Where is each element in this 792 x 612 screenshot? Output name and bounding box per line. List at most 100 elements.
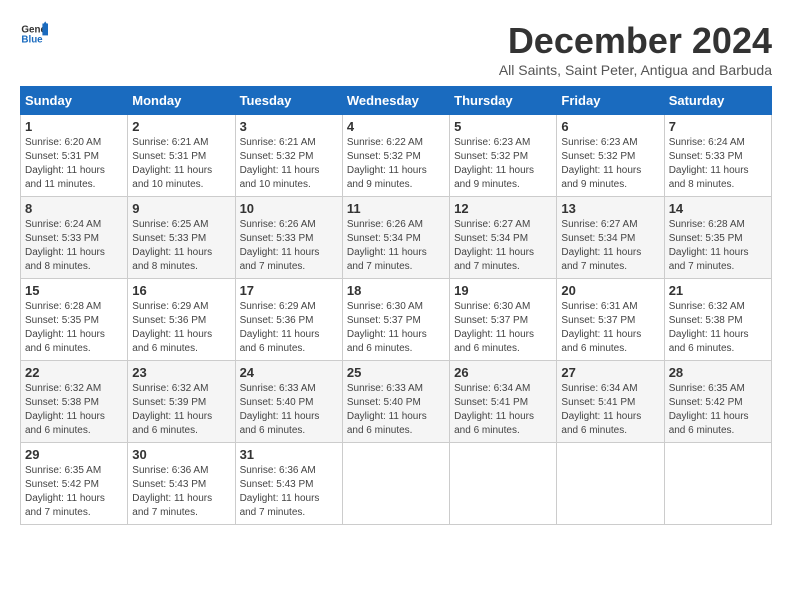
calendar-day-cell [342,443,449,525]
page-header: General Blue December 2024 All Saints, S… [20,20,772,78]
calendar-day-cell: 30 Sunrise: 6:36 AM Sunset: 5:43 PM Dayli… [128,443,235,525]
day-number: 11 [347,201,445,216]
day-info: Sunrise: 6:21 AM Sunset: 5:31 PM Dayligh… [132,136,230,192]
calendar-day-cell: 14 Sunrise: 6:28 AM Sunset: 5:35 PM Dayli… [664,197,771,279]
calendar-day-cell: 18 Sunrise: 6:30 AM Sunset: 5:37 PM Dayli… [342,279,449,361]
month-title: December 2024 [499,20,772,62]
weekday-header: Monday [128,87,235,115]
day-number: 3 [240,119,338,134]
day-number: 24 [240,365,338,380]
calendar-day-cell: 27 Sunrise: 6:34 AM Sunset: 5:41 PM Dayli… [557,361,664,443]
day-info: Sunrise: 6:31 AM Sunset: 5:37 PM Dayligh… [561,300,659,356]
weekday-header: Sunday [21,87,128,115]
day-info: Sunrise: 6:30 AM Sunset: 5:37 PM Dayligh… [454,300,552,356]
day-number: 29 [25,447,123,462]
calendar-day-cell: 20 Sunrise: 6:31 AM Sunset: 5:37 PM Dayli… [557,279,664,361]
calendar-day-cell: 5 Sunrise: 6:23 AM Sunset: 5:32 PM Daylig… [450,115,557,197]
calendar-day-cell [450,443,557,525]
weekday-header: Friday [557,87,664,115]
day-info: Sunrise: 6:35 AM Sunset: 5:42 PM Dayligh… [669,382,767,438]
calendar-day-cell: 17Sunrise: 6:29 AM Sunset: 5:36 PM Dayli… [235,279,342,361]
day-info: Sunrise: 6:28 AM Sunset: 5:35 PM Dayligh… [669,218,767,274]
day-info: Sunrise: 6:36 AM Sunset: 5:43 PM Dayligh… [240,464,338,520]
calendar-day-cell: 19Sunrise: 6:30 AM Sunset: 5:37 PM Dayli… [450,279,557,361]
calendar-day-cell: 22 Sunrise: 6:32 AM Sunset: 5:38 PM Dayli… [21,361,128,443]
day-number: 12 [454,201,552,216]
calendar-week-row: 1Sunrise: 6:20 AM Sunset: 5:31 PM Daylig… [21,115,772,197]
calendar-week-row: 29 Sunrise: 6:35 AM Sunset: 5:42 PM Dayli… [21,443,772,525]
weekday-header: Thursday [450,87,557,115]
calendar-day-cell: 31 Sunrise: 6:36 AM Sunset: 5:43 PM Dayli… [235,443,342,525]
day-number: 15 [25,283,123,298]
day-info: Sunrise: 6:26 AM Sunset: 5:33 PM Dayligh… [240,218,338,274]
day-number: 20 [561,283,659,298]
day-info: Sunrise: 6:30 AM Sunset: 5:37 PM Dayligh… [347,300,445,356]
day-number: 28 [669,365,767,380]
day-number: 16 [132,283,230,298]
day-number: 30 [132,447,230,462]
day-number: 18 [347,283,445,298]
day-info: Sunrise: 6:36 AM Sunset: 5:43 PM Dayligh… [132,464,230,520]
day-info: Sunrise: 6:22 AM Sunset: 5:32 PM Dayligh… [347,136,445,192]
day-info: Sunrise: 6:23 AM Sunset: 5:32 PM Dayligh… [561,136,659,192]
day-info: Sunrise: 6:28 AM Sunset: 5:35 PM Dayligh… [25,300,123,356]
calendar-week-row: 8 Sunrise: 6:24 AM Sunset: 5:33 PM Daylig… [21,197,772,279]
day-number: 31 [240,447,338,462]
calendar-day-cell: 10Sunrise: 6:26 AM Sunset: 5:33 PM Dayli… [235,197,342,279]
calendar-day-cell: 6 Sunrise: 6:23 AM Sunset: 5:32 PM Daylig… [557,115,664,197]
calendar-week-row: 22 Sunrise: 6:32 AM Sunset: 5:38 PM Dayli… [21,361,772,443]
day-number: 9 [132,201,230,216]
day-info: Sunrise: 6:24 AM Sunset: 5:33 PM Dayligh… [669,136,767,192]
calendar-day-cell: 23 Sunrise: 6:32 AM Sunset: 5:39 PM Dayli… [128,361,235,443]
calendar-day-cell: 7 Sunrise: 6:24 AM Sunset: 5:33 PM Daylig… [664,115,771,197]
day-number: 22 [25,365,123,380]
calendar-week-row: 15 Sunrise: 6:28 AM Sunset: 5:35 PM Dayli… [21,279,772,361]
calendar-table: SundayMondayTuesdayWednesdayThursdayFrid… [20,86,772,525]
title-section: December 2024 All Saints, Saint Peter, A… [499,20,772,78]
day-number: 7 [669,119,767,134]
day-number: 1 [25,119,123,134]
calendar-day-cell: 16 Sunrise: 6:29 AM Sunset: 5:36 PM Dayli… [128,279,235,361]
calendar-day-cell: 24 Sunrise: 6:33 AM Sunset: 5:40 PM Dayli… [235,361,342,443]
day-number: 14 [669,201,767,216]
svg-text:Blue: Blue [21,34,43,45]
day-number: 4 [347,119,445,134]
calendar-day-cell: 21 Sunrise: 6:32 AM Sunset: 5:38 PM Dayli… [664,279,771,361]
day-info: Sunrise: 6:34 AM Sunset: 5:41 PM Dayligh… [561,382,659,438]
day-number: 5 [454,119,552,134]
day-info: Sunrise: 6:21 AM Sunset: 5:32 PM Dayligh… [240,136,338,192]
calendar-day-cell: 11Sunrise: 6:26 AM Sunset: 5:34 PM Dayli… [342,197,449,279]
day-number: 26 [454,365,552,380]
day-number: 13 [561,201,659,216]
day-info: Sunrise: 6:32 AM Sunset: 5:38 PM Dayligh… [25,382,123,438]
day-info: Sunrise: 6:27 AM Sunset: 5:34 PM Dayligh… [454,218,552,274]
logo-icon: General Blue [20,20,48,48]
day-number: 27 [561,365,659,380]
calendar-day-cell: 3 Sunrise: 6:21 AM Sunset: 5:32 PM Daylig… [235,115,342,197]
day-number: 8 [25,201,123,216]
calendar-day-cell: 13 Sunrise: 6:27 AM Sunset: 5:34 PM Dayli… [557,197,664,279]
weekday-header: Saturday [664,87,771,115]
day-number: 17 [240,283,338,298]
day-info: Sunrise: 6:23 AM Sunset: 5:32 PM Dayligh… [454,136,552,192]
calendar-day-cell: 15 Sunrise: 6:28 AM Sunset: 5:35 PM Dayli… [21,279,128,361]
day-number: 6 [561,119,659,134]
location-subtitle: All Saints, Saint Peter, Antigua and Bar… [499,62,772,78]
logo: General Blue [20,20,48,48]
day-info: Sunrise: 6:29 AM Sunset: 5:36 PM Dayligh… [132,300,230,356]
day-number: 23 [132,365,230,380]
weekday-header: Wednesday [342,87,449,115]
day-info: Sunrise: 6:32 AM Sunset: 5:39 PM Dayligh… [132,382,230,438]
day-info: Sunrise: 6:32 AM Sunset: 5:38 PM Dayligh… [669,300,767,356]
day-info: Sunrise: 6:25 AM Sunset: 5:33 PM Dayligh… [132,218,230,274]
day-info: Sunrise: 6:24 AM Sunset: 5:33 PM Dayligh… [25,218,123,274]
weekday-header: Tuesday [235,87,342,115]
day-info: Sunrise: 6:27 AM Sunset: 5:34 PM Dayligh… [561,218,659,274]
day-info: Sunrise: 6:33 AM Sunset: 5:40 PM Dayligh… [240,382,338,438]
day-info: Sunrise: 6:35 AM Sunset: 5:42 PM Dayligh… [25,464,123,520]
calendar-day-cell: 1Sunrise: 6:20 AM Sunset: 5:31 PM Daylig… [21,115,128,197]
calendar-day-cell: 4 Sunrise: 6:22 AM Sunset: 5:32 PM Daylig… [342,115,449,197]
calendar-day-cell: 25Sunrise: 6:33 AM Sunset: 5:40 PM Dayli… [342,361,449,443]
day-number: 21 [669,283,767,298]
calendar-day-cell: 29 Sunrise: 6:35 AM Sunset: 5:42 PM Dayli… [21,443,128,525]
